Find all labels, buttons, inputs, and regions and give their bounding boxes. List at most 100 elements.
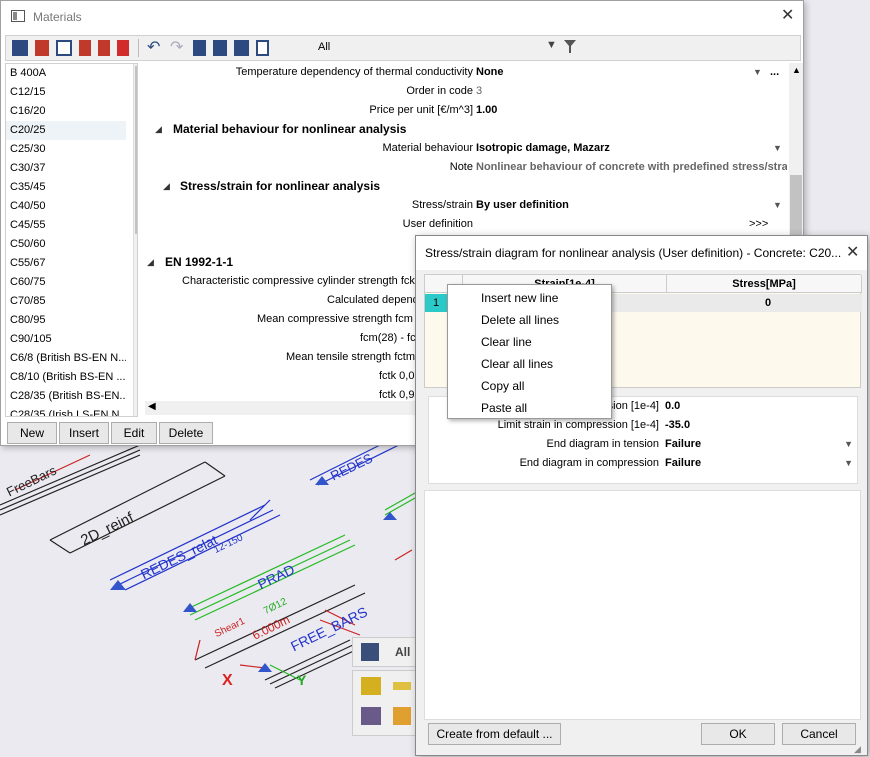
list-item[interactable]: C28/35 (Irish I.S-EN N... (6, 406, 126, 416)
menu-insert-new-line[interactable]: Insert new line (448, 287, 611, 309)
list-item[interactable]: C35/45 (6, 178, 126, 197)
edit-icon[interactable] (56, 40, 72, 56)
list-item[interactable]: C16/20 (6, 102, 126, 121)
menu-delete-all-lines[interactable]: Delete all lines (448, 309, 611, 331)
cancel-button[interactable]: Cancel (782, 723, 856, 745)
delete-button[interactable]: Delete (159, 422, 213, 444)
insert-button[interactable]: Insert (59, 422, 109, 444)
new-material-icon[interactable] (12, 40, 28, 56)
prop-value: 3 (476, 85, 483, 97)
support-icon[interactable] (361, 707, 381, 725)
prop-value: Nonlinear behaviour of concrete with pre… (476, 161, 787, 173)
list-item[interactable]: C80/95 (6, 311, 126, 330)
paste-icon[interactable] (98, 40, 110, 56)
ok-button[interactable]: OK (701, 723, 775, 745)
user-definition-button[interactable]: >>> (749, 215, 768, 234)
close-icon[interactable]: ✕ (781, 8, 794, 24)
new-button[interactable]: New (7, 422, 57, 444)
scroll-left-icon[interactable]: ◀ (148, 401, 156, 412)
bar-icon[interactable] (393, 682, 411, 690)
list-item[interactable]: C28/35 (British BS-EN... (6, 387, 126, 406)
list-item[interactable]: C6/8 (British BS-EN N... (6, 349, 126, 368)
prop-behaviour[interactable]: Material behaviour Isotropic damage, Maz… (145, 139, 785, 158)
prop-value[interactable]: 0.0 (665, 397, 855, 416)
filter-select[interactable]: All (318, 41, 330, 53)
more-button[interactable]: ... (770, 63, 779, 82)
prop-value[interactable]: None (476, 63, 787, 82)
close-icon[interactable]: ✕ (846, 245, 859, 261)
column-header-stress[interactable]: Stress[MPa] (667, 275, 862, 293)
section-nonlinear[interactable]: ◢ Material behaviour for nonlinear analy… (145, 120, 785, 139)
menu-clear-line[interactable]: Clear line (448, 331, 611, 353)
mini-toolbar-all[interactable]: All (395, 645, 410, 659)
dialog-titlebar[interactable]: Stress/strain diagram for nonlinear anal… (416, 236, 867, 270)
prop-thermal[interactable]: Temperature dependency of thermal conduc… (145, 63, 785, 82)
prop-value[interactable]: Failure (665, 435, 855, 454)
list-item[interactable]: B 400A (6, 64, 126, 83)
list-item[interactable]: C40/50 (6, 197, 126, 216)
list-item[interactable]: C45/55 (6, 216, 126, 235)
prop-end-compression[interactable]: End diagram in compression Failure ▼ (429, 454, 857, 473)
prop-value[interactable]: By user definition (476, 196, 787, 215)
prop-label: Material behaviour (382, 142, 474, 154)
list-item[interactable]: C30/37 (6, 159, 126, 178)
prop-stress[interactable]: Stress/strain By user definition ▼ (145, 196, 785, 215)
list-item[interactable]: C70/85 (6, 292, 126, 311)
materials-list[interactable]: B 400A C12/15 C16/20 C20/25 C25/30 C30/3… (5, 63, 138, 417)
menu-copy-all[interactable]: Copy all (448, 375, 611, 397)
materials-titlebar[interactable]: Materials ✕ (1, 1, 803, 32)
mini-toolbar-selection: All (352, 637, 416, 667)
copy-icon[interactable] (79, 40, 91, 56)
list-item[interactable]: C55/67 (6, 254, 126, 273)
list-item[interactable]: C12/15 (6, 83, 126, 102)
prop-value[interactable]: 1.00 (476, 101, 787, 120)
cell-stress[interactable]: 0 (765, 294, 771, 312)
insert-material-icon[interactable] (35, 40, 49, 56)
column-icon[interactable] (393, 707, 411, 725)
prop-end-tension[interactable]: End diagram in tension Failure ▼ (429, 435, 857, 454)
prop-label: Order in code (406, 85, 473, 97)
chevron-down-icon[interactable]: ▼ (546, 39, 557, 51)
chevron-down-icon[interactable]: ▼ (844, 435, 853, 454)
delete-icon[interactable] (117, 40, 129, 56)
chevron-down-icon[interactable]: ▼ (753, 63, 762, 82)
scroll-up-icon[interactable]: ▲ (792, 65, 801, 75)
resize-grip-icon[interactable]: ◢ (854, 744, 861, 755)
list-item[interactable]: C90/105 (6, 330, 126, 349)
open-icon[interactable] (234, 40, 249, 56)
prop-price[interactable]: Price per unit [€/m^3] 1.00 (145, 101, 785, 120)
chevron-down-icon[interactable]: ▼ (773, 196, 782, 215)
menu-clear-all-lines[interactable]: Clear all lines (448, 353, 611, 375)
chevron-down-icon[interactable]: ▼ (844, 454, 853, 473)
section-title: EN 1992-1-1 (165, 255, 234, 269)
beam-icon[interactable] (361, 677, 381, 695)
prop-value[interactable]: -35.0 (665, 416, 855, 435)
collapse-icon[interactable]: ◢ (155, 120, 162, 139)
list-item[interactable]: C8/10 (British BS-EN ... (6, 368, 126, 387)
list-item[interactable]: C25/30 (6, 140, 126, 159)
prop-label: End diagram in tension (546, 438, 659, 450)
list-item[interactable]: C50/60 (6, 235, 126, 254)
prop-userdef[interactable]: User definition >>> (145, 215, 785, 234)
library-icon[interactable] (193, 40, 206, 56)
row-index[interactable]: 1 (425, 294, 447, 312)
list-scrollbar[interactable] (133, 64, 137, 416)
prop-value[interactable]: Isotropic damage, Mazarz (476, 139, 787, 158)
chevron-down-icon[interactable]: ▼ (773, 139, 782, 158)
check-icon[interactable] (256, 40, 269, 56)
collapse-icon[interactable]: ◢ (163, 177, 170, 196)
list-scroll-thumb[interactable] (135, 66, 137, 234)
edit-button[interactable]: Edit (111, 422, 157, 444)
list-item[interactable]: C60/75 (6, 273, 126, 292)
create-from-default-button[interactable]: Create from default ... (428, 723, 561, 745)
import-icon[interactable] (213, 40, 227, 56)
redo-icon[interactable]: ↷ (170, 40, 186, 56)
list-icon[interactable] (361, 643, 379, 661)
menu-paste-all[interactable]: Paste all (448, 397, 611, 419)
list-item-selected[interactable]: C20/25 (6, 121, 126, 140)
filter-icon[interactable] (564, 40, 576, 54)
undo-icon[interactable]: ↶ (147, 40, 163, 56)
collapse-icon[interactable]: ◢ (147, 253, 154, 272)
section-stress[interactable]: ◢ Stress/strain for nonlinear analysis (145, 177, 785, 196)
prop-value[interactable]: Failure (665, 454, 855, 473)
